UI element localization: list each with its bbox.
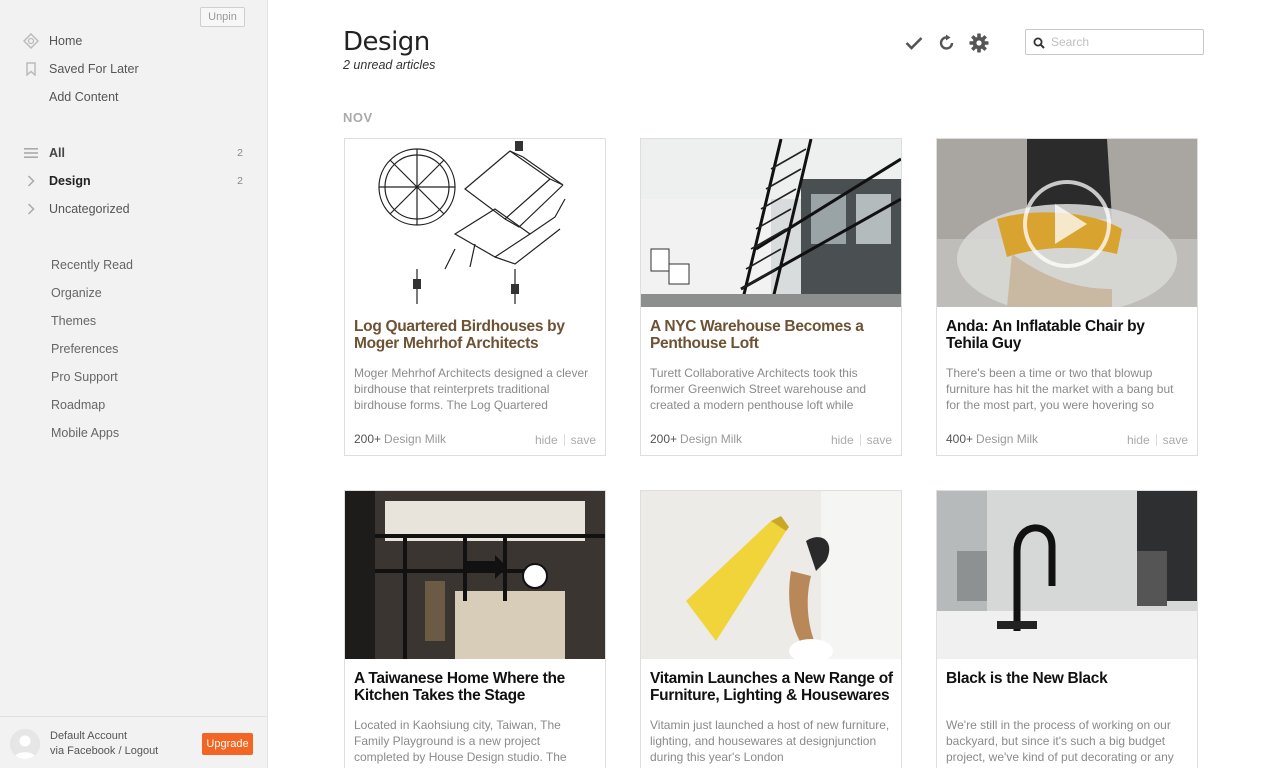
- source-name[interactable]: Design Milk: [680, 432, 742, 446]
- home-icon: [22, 33, 40, 49]
- article-card[interactable]: Anda: An Inflatable Chair by Tehila Guy …: [936, 138, 1198, 456]
- gear-icon[interactable]: [968, 32, 990, 54]
- avatar[interactable]: [10, 729, 40, 759]
- search-box[interactable]: [1025, 29, 1204, 55]
- upgrade-button[interactable]: Upgrade: [202, 733, 253, 755]
- article-card[interactable]: A Taiwanese Home Where the Kitchen Takes…: [344, 490, 606, 768]
- article-title[interactable]: Anda: An Inflatable Chair by Tehila Guy: [946, 318, 1190, 352]
- article-meta: 400+ Design Milk: [946, 432, 1038, 446]
- article-summary: We're still in the process of working on…: [946, 718, 1174, 764]
- sidebar-item-themes[interactable]: Themes: [0, 310, 267, 332]
- unread-count: 2: [237, 175, 243, 187]
- article-thumbnail[interactable]: [641, 491, 901, 659]
- mark-all-read-icon[interactable]: [903, 32, 925, 54]
- sidebar-item-roadmap[interactable]: Roadmap: [0, 394, 267, 416]
- sidebar-item-label: Home: [49, 34, 83, 48]
- article-title[interactable]: Log Quartered Birdhouses by Moger Mehrho…: [354, 318, 598, 352]
- article-card[interactable]: Vitamin Launches a New Range of Furnitur…: [640, 490, 902, 768]
- sidebar-item-home[interactable]: Home: [0, 30, 267, 52]
- article-thumbnail[interactable]: [937, 139, 1197, 307]
- article-meta: 200+ Design Milk: [650, 432, 742, 446]
- sidebar-item-label: Themes: [51, 314, 97, 328]
- engagement-count: 200+: [650, 432, 678, 446]
- search-icon: [1033, 36, 1045, 49]
- page-title: Design: [343, 27, 430, 57]
- sidebar-item-label: Preferences: [51, 342, 119, 356]
- bookmark-icon: [22, 61, 40, 77]
- engagement-count: 400+: [946, 432, 974, 446]
- sidebar-item-label: Organize: [51, 286, 102, 300]
- search-input[interactable]: [1051, 33, 1199, 51]
- sidebar-item-pro-support[interactable]: Pro Support: [0, 366, 267, 388]
- sidebar-item-label: Design: [49, 174, 91, 188]
- source-name[interactable]: Design Milk: [384, 432, 446, 446]
- article-meta: 200+ Design Milk: [354, 432, 446, 446]
- sidebar-item-label: Uncategorized: [49, 202, 130, 216]
- article-card[interactable]: A NYC Warehouse Becomes a Penthouse Loft…: [640, 138, 902, 456]
- save-button[interactable]: save: [1163, 433, 1188, 447]
- hide-button[interactable]: hide: [1127, 433, 1150, 447]
- save-button[interactable]: save: [571, 433, 596, 447]
- article-thumbnail[interactable]: [937, 491, 1197, 659]
- sidebar-item-preferences[interactable]: Preferences: [0, 338, 267, 360]
- sidebar-item-label: Roadmap: [51, 398, 106, 412]
- sidebar-item-label: Saved For Later: [49, 62, 139, 76]
- sidebar: Unpin Home Saved For Later Add Content A…: [0, 0, 268, 768]
- article-title[interactable]: Vitamin Launches a New Range of Furnitur…: [650, 670, 894, 704]
- sidebar-item-recently-read[interactable]: Recently Read: [0, 254, 267, 276]
- sidebar-item-design[interactable]: Design 2: [0, 170, 267, 192]
- article-actions: hide save: [1127, 433, 1188, 447]
- article-card[interactable]: Black is the New Black We're still in th…: [936, 490, 1198, 768]
- sidebar-item-label: All: [49, 146, 65, 160]
- unread-count: 2: [237, 147, 243, 159]
- sidebar-item-add-content[interactable]: Add Content: [0, 86, 267, 108]
- article-title[interactable]: Black is the New Black: [946, 670, 1190, 687]
- sidebar-item-label: Add Content: [49, 90, 119, 104]
- chevron-right-icon[interactable]: [22, 201, 40, 217]
- article-actions: hide save: [535, 433, 596, 447]
- article-thumbnail[interactable]: [641, 139, 901, 307]
- article-summary: Located in Kaohsiung city, Taiwan, The F…: [354, 718, 567, 764]
- sidebar-item-uncategorized[interactable]: Uncategorized: [0, 198, 267, 220]
- article-title[interactable]: A NYC Warehouse Becomes a Penthouse Loft: [650, 318, 894, 352]
- article-card[interactable]: Log Quartered Birdhouses by Moger Mehrho…: [344, 138, 606, 456]
- hide-button[interactable]: hide: [535, 433, 558, 447]
- article-summary: Vitamin just launched a host of new furn…: [650, 718, 890, 764]
- sidebar-item-saved[interactable]: Saved For Later: [0, 58, 267, 80]
- unpin-button[interactable]: Unpin: [200, 7, 245, 27]
- engagement-count: 200+: [354, 432, 382, 446]
- sidebar-item-label: Pro Support: [51, 370, 118, 384]
- sidebar-item-all[interactable]: All 2: [0, 142, 267, 164]
- account-links[interactable]: via Facebook / Logout: [50, 745, 158, 757]
- article-actions: hide save: [831, 433, 892, 447]
- source-name[interactable]: Design Milk: [976, 432, 1038, 446]
- unread-summary: 2 unread articles: [343, 58, 436, 72]
- account-panel: Default Account via Facebook / Logout Up…: [0, 716, 267, 768]
- divider: [1155, 434, 1157, 446]
- article-summary: There's been a time or two that blowup f…: [946, 366, 1174, 412]
- sidebar-item-mobile-apps[interactable]: Mobile Apps: [0, 422, 267, 444]
- sidebar-item-label: Recently Read: [51, 258, 133, 272]
- chevron-right-icon[interactable]: [22, 173, 40, 189]
- refresh-icon[interactable]: [936, 32, 958, 54]
- divider: [859, 434, 861, 446]
- sidebar-item-label: Mobile Apps: [51, 426, 120, 440]
- article-summary: Turett Collaborative Architects took thi…: [650, 366, 867, 412]
- divider: [563, 434, 565, 446]
- save-button[interactable]: save: [867, 433, 892, 447]
- account-name: Default Account: [50, 730, 128, 742]
- list-icon: [22, 145, 40, 161]
- sidebar-item-organize[interactable]: Organize: [0, 282, 267, 304]
- month-heading: NOV: [343, 110, 373, 125]
- article-thumbnail[interactable]: [345, 491, 605, 659]
- article-thumbnail[interactable]: [345, 139, 605, 307]
- hide-button[interactable]: hide: [831, 433, 854, 447]
- article-summary: Moger Mehrhof Architects designed a clev…: [354, 366, 589, 412]
- article-title[interactable]: A Taiwanese Home Where the Kitchen Takes…: [354, 670, 598, 704]
